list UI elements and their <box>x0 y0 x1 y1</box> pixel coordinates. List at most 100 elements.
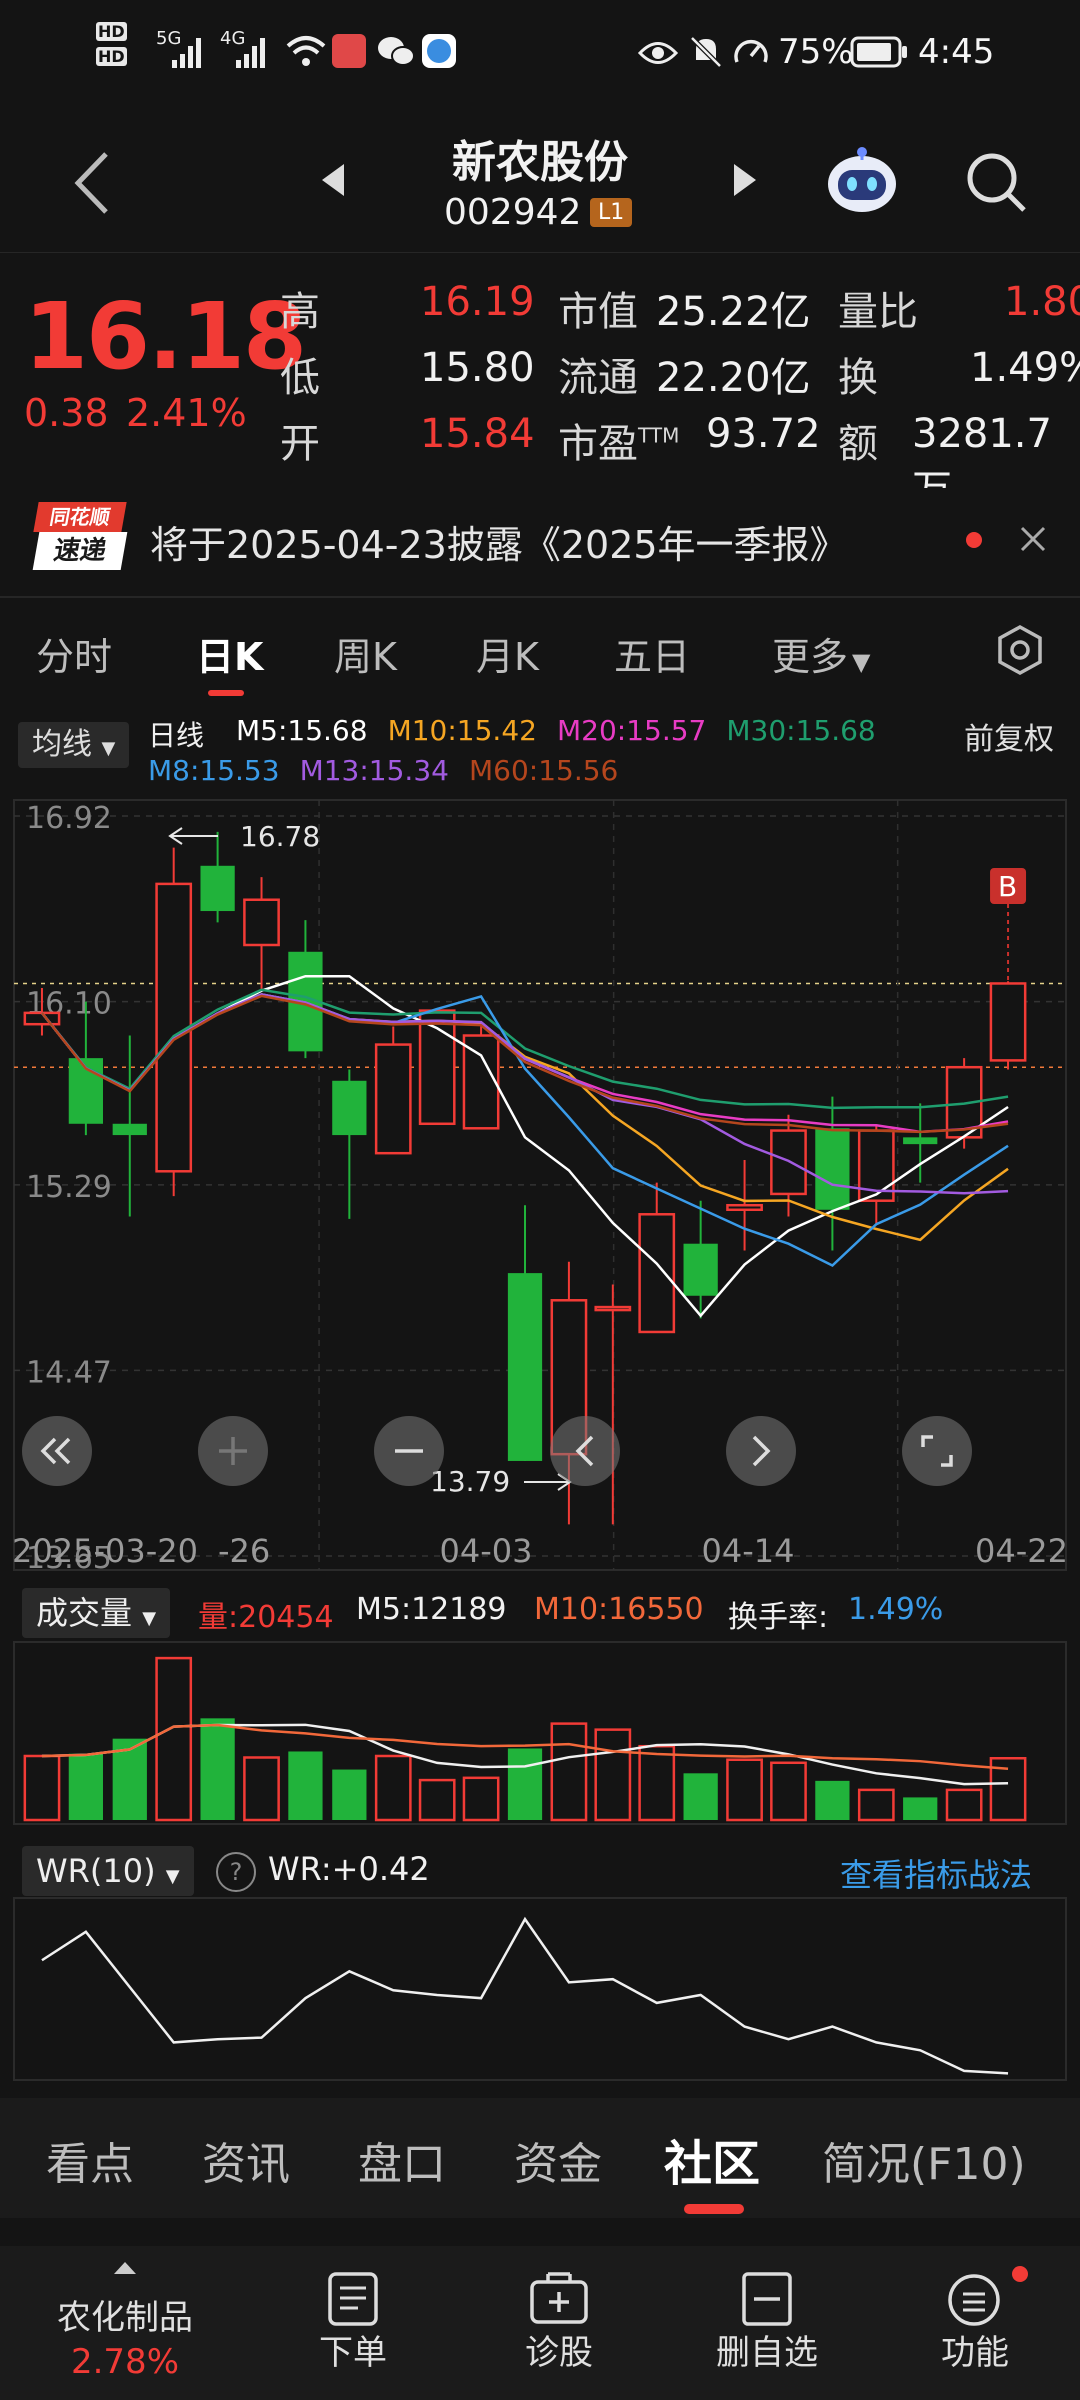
volume-bar <box>815 1780 850 1820</box>
mute-icon <box>690 36 722 68</box>
fullscreen-button[interactable] <box>902 1416 972 1486</box>
candle-body <box>726 1203 763 1212</box>
x-tick-label: 04-22 <box>975 1532 1068 1570</box>
amount-label: 额 <box>838 421 878 467</box>
ma-legend-item: M30:15.68 <box>726 714 876 747</box>
announcement-bar[interactable]: 同花顺 速递 将于2025-04-23披露《2025年一季报》 <box>0 488 1080 588</box>
volume-bar <box>462 1776 500 1822</box>
diagnose-icon <box>530 2272 588 2324</box>
price-change: 0.38 <box>24 391 109 435</box>
y-tick-label: 16.92 <box>26 801 112 836</box>
next-stock-icon[interactable] <box>730 160 760 200</box>
candle-body <box>374 1043 412 1155</box>
chart-area: 均线 ▼ 日线 M5:15.68 M10:15.42 M20:15.57 M30:15… <box>0 700 1080 2100</box>
tab-daily-k[interactable]: 日K <box>196 626 263 681</box>
ma-legend-item: M60:15.56 <box>468 754 619 787</box>
high-label: 高 <box>280 289 320 335</box>
settings-icon[interactable] <box>994 624 1046 676</box>
candle-body <box>112 1123 147 1136</box>
tab-highlights[interactable]: 看点 <box>46 2128 134 2192</box>
tab-monthly-k[interactable]: 月K <box>476 626 539 681</box>
sim2-badge: HD <box>96 47 127 66</box>
prev-stock-icon[interactable] <box>318 160 348 200</box>
zoom-in-button[interactable] <box>198 1416 268 1486</box>
wr-select-label: WR(10) <box>36 1852 156 1890</box>
volume-bar <box>23 1754 61 1822</box>
indicator-strategy-link[interactable]: 查看指标战法 <box>840 1850 1032 1896</box>
adjust-toggle[interactable]: 前复权 <box>964 714 1054 758</box>
robot-assistant-icon[interactable] <box>822 142 902 218</box>
ma-legend-item: M5:15.68 <box>236 714 368 747</box>
line-type-label: 日线 <box>148 719 205 752</box>
wr-value: WR:+0.42 <box>268 1850 430 1888</box>
diagnose-button[interactable]: 诊股 <box>484 2246 634 2400</box>
volume-bar <box>243 1756 280 1822</box>
volratio-label: 量比 <box>838 289 918 335</box>
volume-chart[interactable] <box>0 1640 1080 1826</box>
tab-news[interactable]: 资讯 <box>202 2128 290 2192</box>
tab-more[interactable]: 更多 ▼ <box>772 626 870 681</box>
level-badge[interactable]: L1 <box>590 198 633 227</box>
remove-watchlist-label: 删自选 <box>716 2333 818 2373</box>
logo-bottom: 速递 <box>32 532 128 570</box>
turnover-label: 换 <box>838 355 878 401</box>
signal2-icon <box>236 38 265 68</box>
tab-order-book[interactable]: 盘口 <box>358 2128 446 2192</box>
place-order-button[interactable]: 下单 <box>278 2246 428 2400</box>
pe-value: 93.72 <box>706 411 821 457</box>
tab-profile-f10[interactable]: 简况(F10) <box>822 2128 1026 2192</box>
stock-header: 新农股份 002942 L1 <box>0 108 1080 253</box>
order-icon <box>328 2272 378 2326</box>
help-icon[interactable]: ? <box>216 1852 256 1892</box>
volume-indicator-select[interactable]: 成交量 ▼ <box>22 1588 171 1638</box>
caret-down-icon: ▼ <box>852 648 871 676</box>
scroll-left-button[interactable] <box>550 1416 620 1486</box>
volume-bar <box>550 1722 588 1822</box>
volume-select-label: 成交量 <box>36 1594 133 1632</box>
wr-line <box>41 1916 1009 2075</box>
wr-chart[interactable] <box>0 1896 1080 2088</box>
unread-dot <box>966 532 982 548</box>
divider <box>0 596 1080 598</box>
search-icon[interactable] <box>964 150 1030 216</box>
ma-legend-item: M13:15.34 <box>299 754 449 787</box>
volume-bar <box>857 1788 895 1822</box>
ma-legend-item: M8:15.53 <box>148 754 280 787</box>
signal1-icon <box>172 38 201 68</box>
candle-body <box>638 1213 676 1334</box>
speed-icon <box>734 39 768 63</box>
tab-intraday[interactable]: 分时 <box>36 626 112 681</box>
tab-weekly-k[interactable]: 周K <box>334 626 397 681</box>
open-value: 15.84 <box>420 411 535 457</box>
wr-frame <box>13 1897 1067 2081</box>
float-value: 22.20亿 <box>656 355 811 401</box>
caret-down-icon: ▼ <box>165 1866 180 1887</box>
battery-icon <box>850 36 907 68</box>
ma-indicator-select[interactable]: 均线 ▼ <box>18 722 130 768</box>
tab-community[interactable]: 社区 <box>664 2124 760 2194</box>
tab-five-day[interactable]: 五日 <box>614 626 690 681</box>
announcement-text[interactable]: 将于2025-04-23披露《2025年一季报》 <box>150 514 848 569</box>
functions-button[interactable]: 功能 <box>900 2246 1050 2400</box>
browser-icon <box>422 34 456 68</box>
back-icon[interactable] <box>70 148 114 218</box>
tab-funds[interactable]: 资金 <box>514 2128 602 2192</box>
period-tabs: 分时 日K 周K 月K 五日 更多 ▼ <box>0 600 1080 700</box>
notification-dot <box>1012 2266 1028 2282</box>
scroll-right-button[interactable] <box>726 1416 796 1486</box>
volume-bar <box>418 1778 456 1822</box>
wr-indicator-select[interactable]: WR(10) ▼ <box>22 1846 194 1896</box>
minus-icon <box>395 1449 423 1453</box>
sector-button[interactable]: 农化制品 2.78% <box>40 2246 210 2400</box>
scroll-left-fast-button[interactable] <box>22 1416 92 1486</box>
zoom-out-button[interactable] <box>374 1416 444 1486</box>
volume-bar <box>332 1769 367 1820</box>
close-icon[interactable] <box>1018 524 1048 554</box>
sim-indicator: HD HD <box>96 22 136 82</box>
battery-percent: 75% <box>778 32 854 72</box>
spacer <box>0 2218 1080 2246</box>
caret-down-icon: ▼ <box>101 738 116 759</box>
y-tick-label: 14.47 <box>26 1355 112 1390</box>
remove-icon <box>742 2272 792 2326</box>
remove-watchlist-button[interactable]: 删自选 <box>692 2246 842 2400</box>
